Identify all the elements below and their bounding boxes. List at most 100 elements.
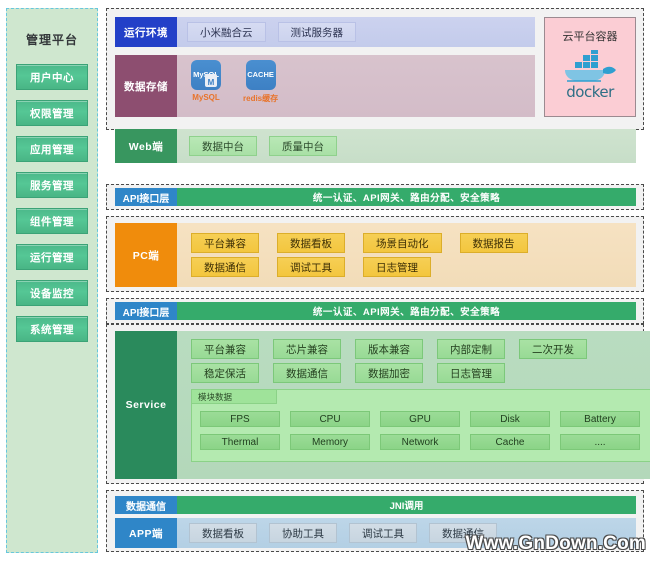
pc-chip-platform-compat[interactable]: 平台兼容 <box>191 233 259 253</box>
docker-wordmark: docker <box>566 83 614 101</box>
sidebar-item-system[interactable]: 系统管理 <box>16 316 88 342</box>
api-layer-2-row: API接口层 统一认证、API网关、路由分配、安全策略 <box>115 302 636 320</box>
pc-chip-scene-automation[interactable]: 场景自动化 <box>363 233 442 253</box>
service-chip-platform-compat[interactable]: 平台兼容 <box>191 339 259 359</box>
api-layer-2-label: API接口层 <box>115 302 177 320</box>
pc-label: PC端 <box>115 223 177 287</box>
mysql-icon: MySQL M <box>191 60 221 90</box>
storage-item-redis[interactable]: CACHE redis缓存 <box>243 60 278 104</box>
api-layer-1-description: 统一认证、API网关、路由分配、安全策略 <box>177 188 636 206</box>
sidebar-item-device-monitor[interactable]: 设备监控 <box>16 280 88 306</box>
module-data-row-1: FPS CPU GPU Disk Battery <box>200 409 650 429</box>
runtime-chip-xiaomi-cloud[interactable]: 小米融合云 <box>187 22 266 42</box>
module-data-rows: FPS CPU GPU Disk Battery Thermal Memory … <box>192 409 650 452</box>
sidebar-item-runtime[interactable]: 运行管理 <box>16 244 88 270</box>
chip-label: Network <box>401 436 439 448</box>
jni-description: JNI调用 <box>177 496 636 514</box>
sidebar-item-permission[interactable]: 权限管理 <box>16 100 88 126</box>
infrastructure-group: 运行环境 小米融合云 测试服务器 数据存储 MySQL M MySQL <box>106 8 644 163</box>
pc-row: PC端 平台兼容 数据看板 场景自动化 数据报告 数据通信 调试工具 日志管理 <box>115 223 636 287</box>
service-items-row-2: 稳定保活 数据通信 数据加密 日志管理 <box>191 361 519 385</box>
management-platform-sidebar: 管理平台 用户中心 权限管理 应用管理 服务管理 组件管理 运行管理 设备监控 … <box>6 8 98 553</box>
app-chip-debug-tool[interactable]: 调试工具 <box>349 523 417 543</box>
web-label: Web端 <box>115 129 177 163</box>
chip-label: 小米融合云 <box>200 26 253 39</box>
chip-label: 调试工具 <box>290 261 332 274</box>
service-chip-internal-custom[interactable]: 内部定制 <box>437 339 505 359</box>
service-chip-chip-compat[interactable]: 芯片兼容 <box>273 339 341 359</box>
sidebar-item-service[interactable]: 服务管理 <box>16 172 88 198</box>
docker-whale-icon <box>565 50 616 82</box>
cloud-container-title: 云平台容器 <box>562 31 618 43</box>
sidebar-title: 管理平台 <box>25 33 78 47</box>
service-chip-log-mgmt[interactable]: 日志管理 <box>437 363 505 383</box>
chip-label: 数据看板 <box>202 527 244 540</box>
module-chip-gpu[interactable]: GPU <box>380 411 460 427</box>
chip-label: FPS <box>230 413 250 425</box>
chip-label: 测试服务器 <box>290 26 344 39</box>
chip-label: 二次开发 <box>532 343 574 356</box>
service-items-row-1: 平台兼容 芯片兼容 版本兼容 内部定制 二次开发 <box>191 337 601 361</box>
pc-chip-debug-tool[interactable]: 调试工具 <box>277 257 345 277</box>
module-chip-cpu[interactable]: CPU <box>290 411 370 427</box>
module-data-panel: 模块数据 FPS CPU GPU Disk Battery Thermal Me… <box>191 389 650 462</box>
app-chip-assist-tool[interactable]: 协助工具 <box>269 523 337 543</box>
module-data-panel-title: 模块数据 <box>192 390 277 404</box>
service-chip-data-encrypt[interactable]: 数据加密 <box>355 363 423 383</box>
service-row: Service 平台兼容 芯片兼容 版本兼容 内部定制 二次开发 稳定保活 数据… <box>115 331 650 479</box>
chip-label: 质量中台 <box>282 140 324 153</box>
module-chip-network[interactable]: Network <box>380 434 460 450</box>
jni-label: 数据通信 <box>115 496 177 514</box>
module-chip-disk[interactable]: Disk <box>470 411 550 427</box>
pc-group: PC端 平台兼容 数据看板 场景自动化 数据报告 数据通信 调试工具 日志管理 <box>106 216 644 292</box>
sidebar-item-label: 组件管理 <box>30 215 74 228</box>
module-chip-cache[interactable]: Cache <box>470 434 550 450</box>
module-chip-more[interactable]: .... <box>560 434 640 450</box>
module-chip-fps[interactable]: FPS <box>200 411 280 427</box>
service-chip-secondary-dev[interactable]: 二次开发 <box>519 339 587 359</box>
web-row: Web端 数据中台 质量中台 <box>115 129 636 163</box>
data-storage-items: MySQL M MySQL CACHE redis缓存 <box>177 55 535 117</box>
runtime-row: 运行环境 小米融合云 测试服务器 <box>115 17 535 47</box>
diagram-canvas: 管理平台 用户中心 权限管理 应用管理 服务管理 组件管理 运行管理 设备监控 … <box>0 0 650 561</box>
pc-items: 平台兼容 数据看板 场景自动化 数据报告 数据通信 调试工具 日志管理 <box>177 223 636 287</box>
chip-label: 版本兼容 <box>368 343 410 356</box>
sidebar-item-user-center[interactable]: 用户中心 <box>16 64 88 90</box>
api-layer-2-description: 统一认证、API网关、路由分配、安全策略 <box>177 302 636 320</box>
service-group: Service 平台兼容 芯片兼容 版本兼容 内部定制 二次开发 稳定保活 数据… <box>106 324 650 484</box>
module-chip-memory[interactable]: Memory <box>290 434 370 450</box>
web-chip-quality-platform[interactable]: 质量中台 <box>269 136 337 156</box>
sidebar-item-label: 系统管理 <box>30 323 74 336</box>
service-items: 平台兼容 芯片兼容 版本兼容 内部定制 二次开发 稳定保活 数据通信 数据加密 … <box>177 331 650 479</box>
pc-items-row-1: 平台兼容 数据看板 场景自动化 数据报告 <box>191 231 546 255</box>
service-chip-version-compat[interactable]: 版本兼容 <box>355 339 423 359</box>
app-chip-dashboard[interactable]: 数据看板 <box>189 523 257 543</box>
sidebar-item-label: 运行管理 <box>30 251 74 264</box>
service-chip-data-comm[interactable]: 数据通信 <box>273 363 341 383</box>
web-chip-data-platform[interactable]: 数据中台 <box>189 136 257 156</box>
chip-label: GPU <box>409 413 431 425</box>
sidebar-item-component[interactable]: 组件管理 <box>16 208 88 234</box>
chip-label: 日志管理 <box>376 261 418 274</box>
chip-label: 内部定制 <box>450 343 492 356</box>
pc-chip-dashboard[interactable]: 数据看板 <box>277 233 345 253</box>
chip-label: 芯片兼容 <box>286 343 328 356</box>
pc-chip-log-mgmt[interactable]: 日志管理 <box>363 257 431 277</box>
chip-label: Cache <box>495 436 525 448</box>
module-chip-battery[interactable]: Battery <box>560 411 640 427</box>
pc-chip-data-report[interactable]: 数据报告 <box>459 233 528 253</box>
pc-chip-data-comm[interactable]: 数据通信 <box>191 257 259 277</box>
cache-icon: CACHE <box>245 60 276 90</box>
watermark: Www.GnDown.Com <box>465 533 646 554</box>
data-storage-row: 数据存储 MySQL M MySQL CACHE redis缓存 <box>115 55 535 117</box>
chip-label: Disk <box>500 413 520 425</box>
chip-label: 数据中台 <box>202 140 244 153</box>
storage-item-mysql[interactable]: MySQL M MySQL <box>191 60 221 102</box>
service-chip-stability[interactable]: 稳定保活 <box>191 363 259 383</box>
chip-label: 平台兼容 <box>204 237 246 250</box>
storage-caption: MySQL <box>192 93 220 102</box>
chip-label: 稳定保活 <box>204 367 246 380</box>
sidebar-item-application[interactable]: 应用管理 <box>16 136 88 162</box>
runtime-chip-test-server[interactable]: 测试服务器 <box>277 22 356 42</box>
module-chip-thermal[interactable]: Thermal <box>200 434 280 450</box>
